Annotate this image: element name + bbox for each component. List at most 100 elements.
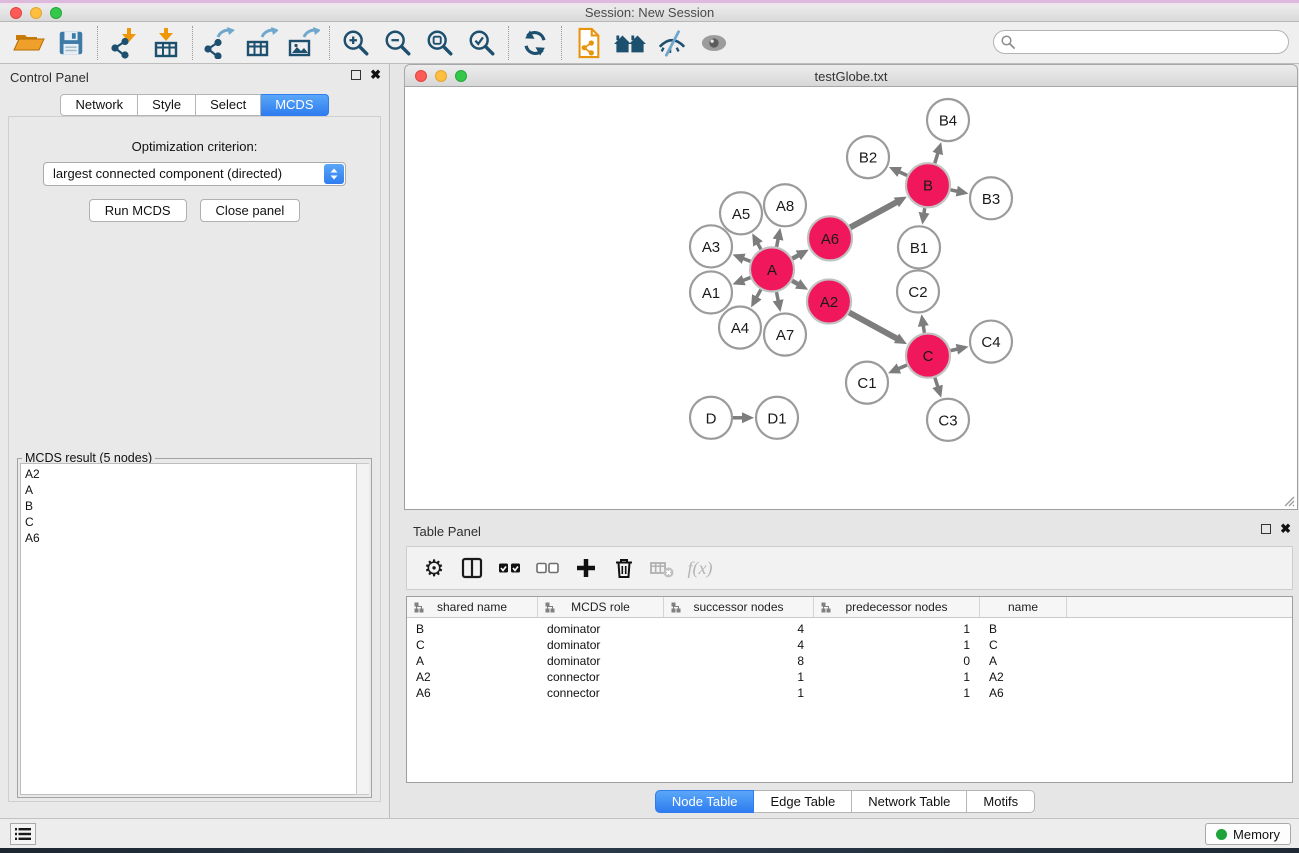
- graph-edge-A6-B[interactable]: [850, 202, 897, 228]
- graph-edge-C-C1[interactable]: [898, 365, 907, 369]
- table-cell[interactable]: C: [407, 637, 538, 653]
- table-cell[interactable]: B: [980, 621, 1067, 637]
- graph-edge-B-B4[interactable]: [935, 153, 938, 164]
- mcds-result-item[interactable]: A2: [25, 466, 368, 482]
- table-cell[interactable]: 1: [814, 669, 980, 685]
- tab-network[interactable]: Network: [60, 94, 138, 116]
- table-cell[interactable]: A2: [980, 669, 1067, 685]
- table-cell[interactable]: dominator: [538, 637, 664, 653]
- table-cell[interactable]: A6: [407, 685, 538, 701]
- show-details-button[interactable]: [693, 25, 735, 61]
- houses-button[interactable]: [609, 25, 651, 61]
- graph-edge-A-A5[interactable]: [758, 243, 761, 249]
- table-settings-button[interactable]: ⚙: [415, 550, 453, 586]
- graph-edge-A-A1[interactable]: [743, 278, 751, 281]
- table-cell[interactable]: 4: [664, 637, 814, 653]
- import-network-button[interactable]: [103, 25, 145, 61]
- table-cell[interactable]: A6: [980, 685, 1067, 701]
- table-cell[interactable]: dominator: [538, 621, 664, 637]
- graph-edge-A-A3[interactable]: [743, 258, 751, 261]
- table-cell[interactable]: 1: [814, 621, 980, 637]
- column-header-successor-nodes[interactable]: successor nodes: [664, 597, 814, 617]
- graph-edge-A-A7[interactable]: [777, 292, 779, 301]
- column-header-name[interactable]: name: [980, 597, 1067, 617]
- close-table-panel-icon[interactable]: ✖: [1280, 524, 1291, 534]
- open-session-button[interactable]: [8, 25, 50, 61]
- network-graph[interactable]: B4B2BB3A8A5A6A3B1AA1C2A2A4A7C4CC1C3DD1: [405, 87, 1297, 509]
- tab-style[interactable]: Style: [138, 94, 196, 116]
- graph-edge-C-C3[interactable]: [935, 378, 938, 388]
- hide-details-button[interactable]: [651, 25, 693, 61]
- graph-edge-A-A6[interactable]: [792, 255, 799, 259]
- float-table-panel-icon[interactable]: [1261, 524, 1271, 534]
- table-cell[interactable]: C: [980, 637, 1067, 653]
- criterion-select[interactable]: largest connected component (directed): [43, 162, 346, 186]
- table-cell[interactable]: A: [980, 653, 1067, 669]
- table-cell[interactable]: A: [407, 653, 538, 669]
- export-image-button[interactable]: [282, 25, 324, 61]
- table-cell[interactable]: 8: [664, 653, 814, 669]
- resize-grip[interactable]: [1281, 493, 1295, 507]
- table-cell[interactable]: 1: [664, 685, 814, 701]
- graph-edge-C-C4[interactable]: [951, 349, 958, 351]
- select-all-columns-button[interactable]: [491, 550, 529, 586]
- import-table-button[interactable]: [145, 25, 187, 61]
- table-cell[interactable]: connector: [538, 685, 664, 701]
- zoom-fit-button[interactable]: [419, 25, 461, 61]
- table-row[interactable]: Adominator80A: [407, 653, 1292, 669]
- network-document-button[interactable]: [567, 25, 609, 61]
- table-cell[interactable]: B: [407, 621, 538, 637]
- network-window-titlebar[interactable]: testGlobe.txt: [404, 64, 1298, 87]
- table-cell[interactable]: A2: [407, 669, 538, 685]
- export-network-button[interactable]: [198, 25, 240, 61]
- refresh-button[interactable]: [514, 25, 556, 61]
- save-session-button[interactable]: [50, 25, 92, 61]
- mcds-result-item[interactable]: B: [25, 498, 368, 514]
- column-header-MCDS-role[interactable]: MCDS role: [538, 597, 664, 617]
- network-canvas[interactable]: B4B2BB3A8A5A6A3B1AA1C2A2A4A7C4CC1C3DD1: [404, 87, 1298, 510]
- graph-edge-A2-C[interactable]: [849, 313, 897, 339]
- memory-button[interactable]: Memory: [1205, 823, 1291, 845]
- tab-node-table[interactable]: Node Table: [655, 790, 755, 813]
- zoom-out-button[interactable]: [377, 25, 419, 61]
- close-panel-button[interactable]: Close panel: [200, 199, 301, 222]
- graph-edge-A-A8[interactable]: [777, 239, 779, 247]
- table-cell[interactable]: dominator: [538, 653, 664, 669]
- split-columns-button[interactable]: [453, 550, 491, 586]
- graph-edge-B-B1[interactable]: [924, 208, 925, 214]
- create-column-button[interactable]: [567, 550, 605, 586]
- graph-edge-A-A2[interactable]: [792, 281, 798, 285]
- graph-edge-A-A4[interactable]: [756, 290, 761, 298]
- table-cell[interactable]: 4: [664, 621, 814, 637]
- column-header-shared-name[interactable]: shared name: [407, 597, 538, 617]
- table-cell[interactable]: 1: [664, 669, 814, 685]
- tab-edge-table[interactable]: Edge Table: [754, 790, 852, 813]
- mcds-result-item[interactable]: A6: [25, 530, 368, 546]
- float-panel-icon[interactable]: [351, 70, 361, 80]
- select-stepper-icon[interactable]: [324, 164, 344, 184]
- search-input[interactable]: [993, 30, 1289, 54]
- table-cell[interactable]: 0: [814, 653, 980, 669]
- graph-edge-B-B2[interactable]: [899, 172, 907, 176]
- task-history-button[interactable]: [10, 823, 36, 845]
- table-cell[interactable]: connector: [538, 669, 664, 685]
- graph-edge-C-C2[interactable]: [923, 325, 924, 333]
- tab-select[interactable]: Select: [196, 94, 261, 116]
- mcds-result-item[interactable]: C: [25, 514, 368, 530]
- table-cell[interactable]: 1: [814, 637, 980, 653]
- result-scrollbar[interactable]: [356, 463, 369, 795]
- run-mcds-button[interactable]: Run MCDS: [89, 199, 187, 222]
- graph-edge-B-B3[interactable]: [951, 190, 958, 192]
- table-row[interactable]: Cdominator41C: [407, 637, 1292, 653]
- tab-motifs[interactable]: Motifs: [967, 790, 1035, 813]
- mcds-result-list[interactable]: A2ABCA6: [20, 463, 369, 795]
- table-row[interactable]: A2connector11A2: [407, 669, 1292, 685]
- table-row[interactable]: Bdominator41B: [407, 621, 1292, 637]
- zoom-in-button[interactable]: [335, 25, 377, 61]
- export-table-button[interactable]: [240, 25, 282, 61]
- tab-mcds[interactable]: MCDS: [261, 94, 328, 116]
- zoom-selected-button[interactable]: [461, 25, 503, 61]
- mcds-result-item[interactable]: A: [25, 482, 368, 498]
- table-cell[interactable]: 1: [814, 685, 980, 701]
- close-panel-icon[interactable]: ✖: [370, 70, 381, 80]
